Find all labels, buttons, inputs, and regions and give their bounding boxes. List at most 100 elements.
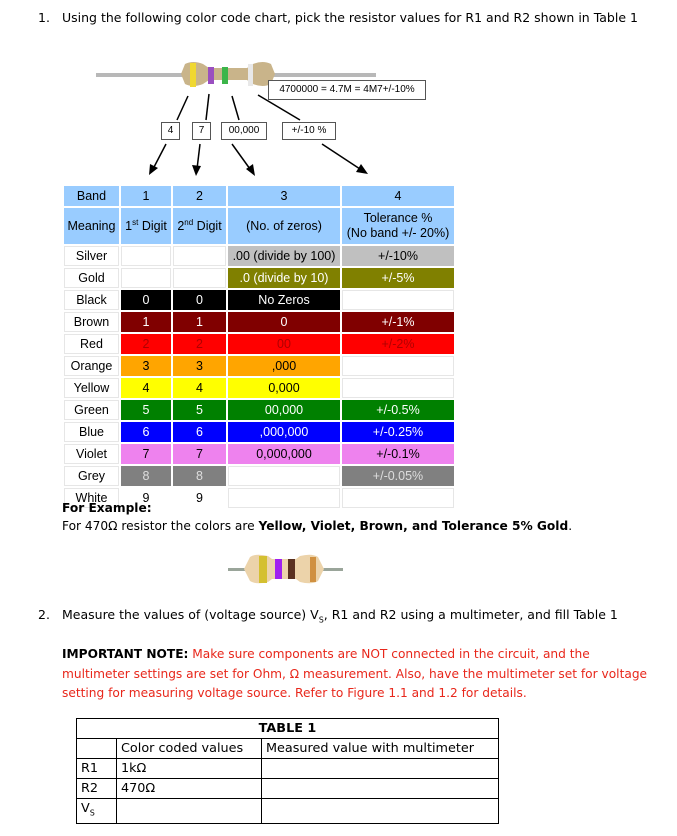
color-name: Red [64,334,119,354]
color-name: Black [64,290,119,310]
color-code-rows: Silver .00 (divide by 100) +/-10% Gold .0 (d… [64,246,454,508]
color-row-violet: Violet 7 7 0,000,000 +/-0.1% [64,444,454,464]
header-tolerance: Tolerance % (No band +/- 20%) [342,208,454,244]
second-digit-value: 0 [173,290,226,310]
color-name: Orange [64,356,119,376]
color-row-silver: Silver .00 (divide by 100) +/-10% [64,246,454,266]
measured-value-cell[interactable] [261,798,499,824]
header-meaning: Meaning [64,208,119,244]
tolerance-value: +/-10% [342,246,454,266]
question-2: 2. Measure the values of (voltage source)… [38,607,618,625]
color-coded-value: 1kΩ [116,758,262,779]
color-row-yellow: Yellow 4 4 0,000 [64,378,454,398]
color-row-grey: Grey 8 8 +/-0.05% [64,466,454,486]
pointer-line-2 [205,93,210,121]
example-text: For 470Ω resistor the colors are Yellow,… [62,519,572,533]
question-1-number: 1. [38,10,50,25]
important-note-label: IMPORTANT NOTE: [62,647,189,661]
multiplier-value: 00 [228,334,340,354]
color-row-black: Black 0 0 No Zeros [64,290,454,310]
example-text-prefix: For 470Ω resistor the colors are [62,519,259,533]
example-band-2 [275,559,282,579]
multiplier-value: .0 (divide by 10) [228,268,340,288]
measured-value-cell[interactable] [261,778,499,799]
resistor-band-4 [248,64,253,86]
tolerance-value: +/-2% [342,334,454,354]
header-no-of-zeros: (No. of zeros) [228,208,340,244]
first-digit-value: 2 [121,334,171,354]
first-digit-value: 3 [121,356,171,376]
tolerance-value [342,378,454,398]
row-label: R1 [76,758,117,779]
multiplier-value: 0,000,000 [228,444,340,464]
first-digit-value [121,246,171,266]
second-digit-value: 8 [173,466,226,486]
header-band-2: 2 [173,186,226,206]
color-name: Gold [64,268,119,288]
example-band-4 [310,557,316,582]
header-band-4: 4 [342,186,454,206]
arrow-3 [231,143,251,170]
tolerance-value [342,356,454,376]
pointer-line-1 [176,95,189,121]
row-label-subscript: S [89,808,95,818]
header-second-digit: 2nd Digit [173,208,226,244]
first-digit-value: 1 [121,312,171,332]
color-row-green: Green 5 5 00,000 +/-0.5% [64,400,454,420]
multiplier-value: .00 (divide by 100) [228,246,340,266]
first-digit-value [121,268,171,288]
arrow-1 [152,143,167,170]
example-text-suffix: . [568,519,573,533]
resistor-band-3 [222,67,228,84]
table-header-band: Band 1 2 3 4 [64,186,454,206]
tolerance-value: +/-0.05% [342,466,454,486]
header-band-1: 1 [121,186,171,206]
arrow-head-1 [149,164,158,175]
first-digit-value: 4 [121,378,171,398]
color-row-brown: Brown 1 1 0 +/-1% [64,312,454,332]
arrow-head-2 [192,165,201,176]
example-resistor-image [228,554,343,584]
table-1-row-r1: R1 1kΩ [76,758,499,779]
resistor-band-2 [208,67,214,84]
table-1-rows: R1 1kΩ R2 470Ω VS [76,758,499,824]
table-1-title: TABLE 1 [76,718,499,739]
header-band-3: 3 [228,186,340,206]
callout-multiplier: 00,000 [221,122,267,140]
question-2-number: 2. [38,607,50,622]
tolerance-value: +/-0.5% [342,400,454,420]
row-label-text: V [81,801,90,816]
tolerance-value: +/-0.1% [342,444,454,464]
arrow-4 [321,143,361,170]
second-digit-sup: nd [184,217,194,227]
color-row-gold: Gold .0 (divide by 10) +/-5% [64,268,454,288]
color-coded-value: 470Ω [116,778,262,799]
tolerance-value [342,488,454,508]
second-digit-value: 6 [173,422,226,442]
color-name: Grey [64,466,119,486]
multiplier-value [228,466,340,486]
row-label: VS [76,798,117,824]
multiplier-value: 00,000 [228,400,340,420]
color-row-red: Red 2 2 00 +/-2% [64,334,454,354]
tolerance-value [342,290,454,310]
first-digit-value: 8 [121,466,171,486]
second-digit-value: 1 [173,312,226,332]
table-1: TABLE 1 Color coded values Measured valu… [76,718,499,824]
question-2-text-suffix: , R1 and R2 using a multimeter, and fill… [323,607,618,622]
second-digit-value: 5 [173,400,226,420]
multiplier-value: 0,000 [228,378,340,398]
second-digit-label: Digit [193,218,222,233]
tolerance-line-1: Tolerance % [363,211,433,225]
table-1-header-blank [76,738,117,759]
second-digit-value: 9 [173,488,226,508]
table-1-row-vs: VS [76,798,499,824]
arrow-2 [196,143,201,170]
example-text-bold: Yellow, Violet, Brown, and Tolerance 5% … [258,519,569,533]
measured-value-cell[interactable] [261,758,499,779]
pointer-line-3 [231,95,240,121]
example-band-1 [259,556,267,583]
resistor-diagram-graphic [96,62,376,176]
resistor-diagram: 4700000 = 4.7M = 4M7+/-10% 4 7 00,000 +/… [60,52,460,180]
multiplier-value: 0 [228,312,340,332]
